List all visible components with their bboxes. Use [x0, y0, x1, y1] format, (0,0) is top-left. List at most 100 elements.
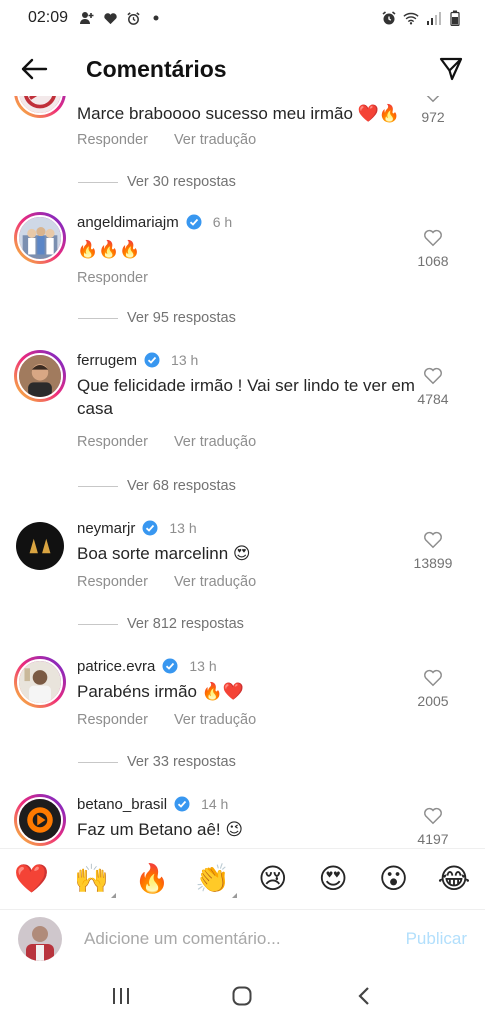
skin-tone-indicator-icon	[232, 893, 238, 898]
comment-username[interactable]: patrice.evra	[77, 658, 155, 675]
avatar[interactable]	[14, 96, 66, 118]
comment-username[interactable]: ferrugem	[77, 352, 137, 369]
comment-time: 13 h	[171, 352, 199, 368]
like-count: 4197	[417, 831, 449, 846]
comment-time: 6 h	[212, 214, 233, 230]
page-title: Comentários	[86, 55, 227, 82]
reply-button[interactable]: Responder	[77, 434, 148, 450]
like-box: 2005	[405, 666, 461, 709]
comment-header: ferrugem 13 h	[77, 350, 198, 370]
emoji-fire[interactable]: 🔥	[135, 862, 170, 896]
comment-actions: Responder Ver tradução	[77, 574, 256, 590]
comment-item: angeldimariajm 6 h 🔥🔥🔥 Responder 1068 Ve…	[0, 212, 485, 330]
verified-badge-icon	[162, 658, 178, 674]
comment-item: patrice.evra 13 h Parabéns irmão 🔥❤️ Res…	[0, 656, 485, 774]
back-nav-icon[interactable]	[344, 976, 384, 1016]
like-count: 1068	[417, 253, 449, 269]
comment-item: betano_brasil 14 h Faz um Betano aê! 😉 4…	[0, 794, 485, 846]
emoji-surprised[interactable]: 😮	[377, 862, 411, 896]
reply-button[interactable]: Responder	[77, 712, 148, 728]
emoji-clapping[interactable]: 👏	[195, 862, 238, 898]
heart-icon[interactable]	[422, 528, 444, 550]
comments-list[interactable]: Marce braboooo sucesso meu irmão ❤️🔥 Res…	[0, 96, 485, 846]
skin-tone-indicator-icon	[111, 893, 117, 898]
status-time: 02:09	[28, 9, 69, 26]
current-user-avatar	[18, 917, 62, 961]
avatar[interactable]	[14, 656, 66, 708]
comment-header: patrice.evra 13 h	[77, 656, 217, 676]
comment-composer: Publicar	[0, 910, 485, 968]
reply-button[interactable]: Responder	[77, 574, 148, 590]
comment-text: Marce braboooo sucesso meu irmão ❤️🔥	[77, 104, 400, 123]
translate-button[interactable]: Ver tradução	[174, 132, 256, 148]
emoji-heart-eyes[interactable]: 😍	[316, 862, 350, 896]
avatar[interactable]	[14, 350, 66, 402]
dot-icon	[148, 10, 164, 26]
heart-notification-icon	[102, 10, 118, 26]
heart-icon[interactable]	[422, 666, 444, 688]
view-replies-button[interactable]: Ver 33 respostas	[78, 754, 236, 770]
comment-username[interactable]: neymarjr	[77, 520, 135, 537]
heart-icon[interactable]	[422, 96, 444, 104]
heart-icon[interactable]	[422, 226, 444, 248]
emoji-raised-hands[interactable]: 🙌	[74, 862, 117, 898]
comment-username[interactable]: betano_brasil	[77, 796, 167, 813]
comment-text: Parabéns irmão 🔥❤️	[77, 682, 245, 701]
comment-actions: Responder Ver tradução	[77, 434, 256, 450]
signal-icon	[425, 10, 441, 26]
comment-input[interactable]	[84, 929, 398, 949]
view-replies-button[interactable]: Ver 30 respostas	[78, 174, 236, 190]
view-replies-button[interactable]: Ver 95 respostas	[78, 310, 236, 326]
emoji-raised-hands-glyph: 🙌	[74, 863, 110, 894]
view-replies-label: Ver 30 respostas	[127, 174, 236, 190]
status-bar: 02:09	[0, 0, 485, 36]
like-box: 972	[405, 96, 461, 125]
like-box: 4197	[405, 804, 461, 846]
comment-text: Faz um Betano aê! 😉	[77, 820, 244, 839]
translate-button[interactable]: Ver tradução	[174, 712, 256, 728]
heart-icon[interactable]	[422, 364, 444, 386]
send-icon[interactable]	[435, 53, 467, 85]
comment-header: angeldimariajm 6 h	[77, 212, 232, 232]
reply-button[interactable]: Responder	[77, 270, 148, 286]
avatar[interactable]	[16, 522, 64, 570]
verified-badge-icon	[186, 214, 202, 230]
comment-text: 🔥🔥🔥	[77, 240, 141, 259]
comment-username[interactable]: angeldimariajm	[77, 214, 179, 231]
comment-actions: Responder Ver tradução	[77, 712, 256, 728]
alarm-icon-right	[381, 10, 397, 26]
translate-button[interactable]: Ver tradução	[174, 574, 256, 590]
home-icon[interactable]	[222, 976, 262, 1016]
view-replies-button[interactable]: Ver 812 respostas	[78, 616, 244, 632]
emoji-heart[interactable]: ❤️	[14, 862, 49, 896]
translate-button[interactable]: Ver tradução	[174, 434, 256, 450]
view-replies-label: Ver 68 respostas	[127, 478, 236, 494]
heart-icon[interactable]	[422, 804, 444, 826]
add-person-icon	[79, 10, 95, 26]
replies-divider	[78, 485, 118, 487]
emoji-clapping-glyph: 👏	[195, 863, 231, 894]
comment-header: betano_brasil 14 h	[77, 794, 228, 814]
comment-time: 14 h	[201, 796, 229, 812]
comment-item: Marce braboooo sucesso meu irmão ❤️🔥 Res…	[0, 96, 485, 192]
comment-time: 13 h	[169, 520, 197, 536]
avatar[interactable]	[14, 794, 66, 846]
avatar[interactable]	[14, 212, 66, 264]
emoji-laughing[interactable]: 😂	[437, 862, 471, 896]
reply-button[interactable]: Responder	[77, 132, 148, 148]
verified-badge-icon	[174, 796, 190, 812]
view-replies-button[interactable]: Ver 68 respostas	[78, 478, 236, 494]
battery-icon	[447, 10, 463, 26]
back-arrow-icon[interactable]	[18, 53, 50, 85]
emoji-reaction-bar: ❤️ 🙌 🔥 👏 😢 😍 😮 😂	[0, 848, 485, 910]
system-nav-bar	[0, 968, 485, 1024]
recent-apps-icon[interactable]	[101, 976, 141, 1016]
comment-actions: Responder Ver tradução	[77, 132, 256, 148]
alarm-icon	[125, 10, 141, 26]
comment-item: neymarjr 13 h Boa sorte marcelinn 😍 Resp…	[0, 518, 485, 636]
comment-actions: Responder	[77, 270, 148, 286]
verified-badge-icon	[142, 520, 158, 536]
comment-text: Boa sorte marcelinn 😍	[77, 544, 251, 563]
emoji-crying[interactable]: 😢	[256, 862, 290, 896]
post-button[interactable]: Publicar	[406, 929, 467, 949]
